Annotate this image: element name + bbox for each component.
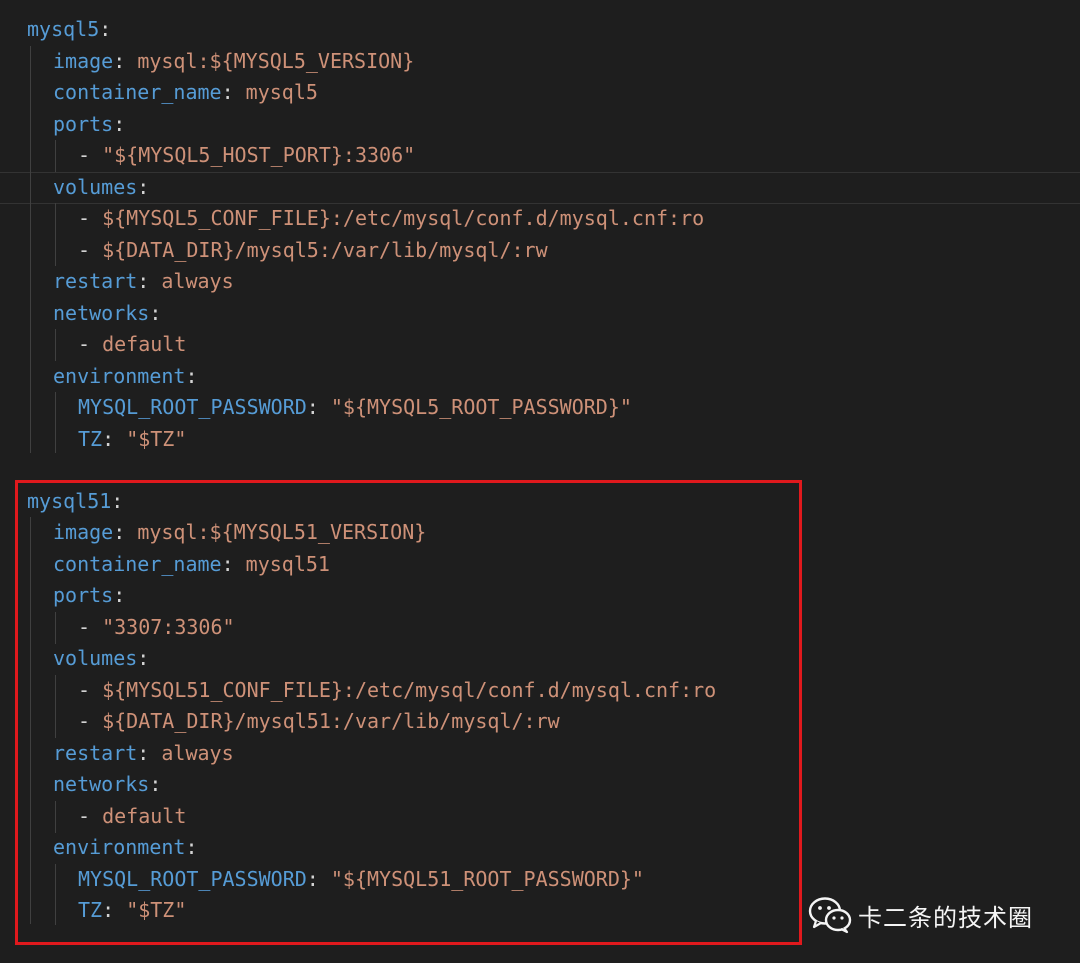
code-line[interactable]: environment: bbox=[53, 361, 198, 393]
yaml-key: image bbox=[53, 49, 114, 73]
code-line[interactable]: container_name: mysql51 bbox=[53, 549, 330, 581]
indent-guide bbox=[55, 801, 56, 833]
code-line[interactable]: container_name: mysql5 bbox=[53, 77, 318, 109]
code-line[interactable]: networks: bbox=[53, 769, 161, 801]
code-line[interactable]: MYSQL_ROOT_PASSWORD: "${MYSQL51_ROOT_PAS… bbox=[78, 864, 644, 896]
yaml-key: networks bbox=[53, 301, 150, 325]
yaml-key: TZ bbox=[78, 427, 103, 451]
code-line[interactable]: ports: bbox=[53, 580, 125, 612]
code-line[interactable]: networks: bbox=[53, 298, 161, 330]
yaml-key: container_name bbox=[53, 552, 222, 576]
code-line[interactable]: TZ: "$TZ" bbox=[78, 895, 186, 927]
code-line[interactable]: - ${MYSQL51_CONF_FILE}:/etc/mysql/conf.d… bbox=[78, 675, 716, 707]
yaml-value: "3307:3306" bbox=[102, 615, 235, 639]
code-line[interactable]: - default bbox=[78, 801, 186, 833]
code-line[interactable]: - default bbox=[78, 329, 186, 361]
yaml-key: restart bbox=[53, 269, 138, 293]
yaml-key: volumes bbox=[53, 175, 138, 199]
code-line[interactable]: MYSQL_ROOT_PASSWORD: "${MYSQL5_ROOT_PASS… bbox=[78, 392, 632, 424]
yaml-key: networks bbox=[53, 772, 150, 796]
code-line[interactable]: - "3307:3306" bbox=[78, 612, 235, 644]
yaml-value: mysql:${MYSQL5_VERSION} bbox=[137, 49, 415, 73]
yaml-key: ports bbox=[53, 583, 114, 607]
yaml-key: environment bbox=[53, 364, 186, 388]
indent-guide bbox=[55, 203, 56, 266]
code-line[interactable]: - ${MYSQL5_CONF_FILE}:/etc/mysql/conf.d/… bbox=[78, 203, 704, 235]
yaml-value: "${MYSQL5_ROOT_PASSWORD}" bbox=[330, 395, 632, 419]
current-line-highlight bbox=[0, 172, 1080, 204]
code-editor[interactable]: mysql5: image: mysql:${MYSQL5_VERSION} c… bbox=[0, 0, 1080, 963]
code-line[interactable]: image: mysql:${MYSQL5_VERSION} bbox=[53, 46, 414, 78]
indent-guide bbox=[55, 140, 56, 172]
yaml-value: ${MYSQL51_CONF_FILE}:/etc/mysql/conf.d/m… bbox=[102, 678, 717, 702]
code-line[interactable]: ports: bbox=[53, 109, 125, 141]
code-line[interactable]: mysql51: bbox=[27, 486, 123, 518]
code-line[interactable]: - ${DATA_DIR}/mysql5:/var/lib/mysql/:rw bbox=[78, 235, 548, 267]
yaml-key: restart bbox=[53, 741, 138, 765]
yaml-value: default bbox=[102, 804, 187, 828]
code-line[interactable]: - "${MYSQL5_HOST_PORT}:3306" bbox=[78, 140, 415, 172]
yaml-key: container_name bbox=[53, 80, 222, 104]
yaml-value: ${DATA_DIR}/mysql5:/var/lib/mysql/:rw bbox=[102, 238, 548, 262]
watermark-text: 卡二条的技术圈 bbox=[858, 903, 1033, 932]
yaml-value: ${MYSQL5_CONF_FILE}:/etc/mysql/conf.d/my… bbox=[102, 206, 705, 230]
yaml-key: image bbox=[53, 520, 114, 544]
code-line[interactable]: volumes: bbox=[53, 643, 149, 675]
yaml-key: TZ bbox=[78, 898, 103, 922]
code-line[interactable]: volumes: bbox=[53, 172, 149, 204]
yaml-value: "$TZ" bbox=[126, 898, 187, 922]
indent-guide bbox=[55, 392, 56, 453]
indent-guide bbox=[55, 329, 56, 361]
code-line[interactable]: TZ: "$TZ" bbox=[78, 424, 186, 456]
indent-guide bbox=[30, 517, 31, 924]
watermark: 卡二条的技术圈 bbox=[808, 893, 1033, 937]
code-line[interactable]: environment: bbox=[53, 832, 198, 864]
yaml-value: mysql5 bbox=[245, 80, 318, 104]
service-name: mysql5 bbox=[27, 17, 100, 41]
indent-guide bbox=[55, 675, 56, 738]
indent-guide bbox=[55, 612, 56, 644]
yaml-value: "$TZ" bbox=[126, 427, 187, 451]
yaml-value: "${MYSQL5_HOST_PORT}:3306" bbox=[102, 143, 416, 167]
code-line[interactable]: restart: always bbox=[53, 738, 234, 770]
service-name: mysql51 bbox=[27, 489, 112, 513]
wechat-icon bbox=[808, 897, 852, 934]
yaml-key: MYSQL_ROOT_PASSWORD bbox=[78, 395, 307, 419]
code-line[interactable]: image: mysql:${MYSQL51_VERSION} bbox=[53, 517, 426, 549]
code-line[interactable]: restart: always bbox=[53, 266, 234, 298]
yaml-value: always bbox=[161, 269, 234, 293]
indent-guide bbox=[55, 864, 56, 925]
yaml-key: environment bbox=[53, 835, 186, 859]
yaml-value: mysql:${MYSQL51_VERSION} bbox=[137, 520, 427, 544]
yaml-value: mysql51 bbox=[245, 552, 330, 576]
yaml-key: MYSQL_ROOT_PASSWORD bbox=[78, 867, 307, 891]
yaml-value: "${MYSQL51_ROOT_PASSWORD}" bbox=[330, 867, 644, 891]
yaml-key: ports bbox=[53, 112, 114, 136]
code-line[interactable]: mysql5: bbox=[27, 14, 111, 46]
code-line[interactable]: - ${DATA_DIR}/mysql51:/var/lib/mysql/:rw bbox=[78, 706, 560, 738]
yaml-value: ${DATA_DIR}/mysql51:/var/lib/mysql/:rw bbox=[102, 709, 560, 733]
yaml-value: always bbox=[161, 741, 234, 765]
yaml-value: default bbox=[102, 332, 187, 356]
yaml-key: volumes bbox=[53, 646, 138, 670]
indent-guide bbox=[30, 46, 31, 453]
